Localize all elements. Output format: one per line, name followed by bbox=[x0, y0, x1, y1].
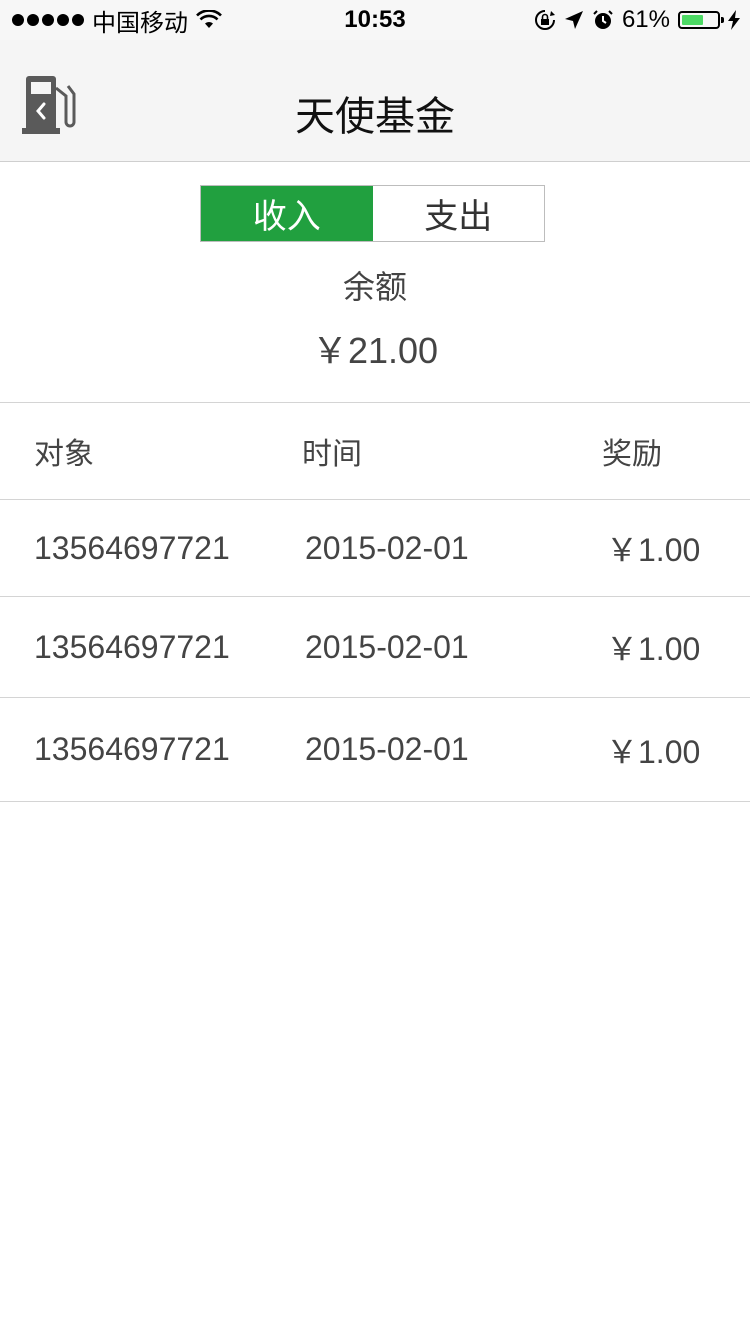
reward-table: 对象 时间 奖励 13564697721 2015-02-01 ￥1.00 13… bbox=[0, 402, 750, 802]
column-header-target: 对象 bbox=[34, 438, 94, 471]
charging-bolt-icon bbox=[728, 10, 740, 30]
table-row[interactable]: 13564697721 2015-02-01 ￥1.00 bbox=[0, 697, 750, 802]
alarm-icon bbox=[593, 10, 613, 29]
row-reward: ￥1.00 bbox=[606, 532, 701, 568]
row-target: 13564697721 bbox=[34, 529, 230, 566]
row-reward: ￥1.00 bbox=[606, 631, 701, 667]
status-bar: 中国移动 10:53 61% bbox=[0, 0, 750, 40]
battery-percent: 61% bbox=[621, 6, 670, 33]
row-time: 2015-02-01 bbox=[305, 628, 469, 665]
battery-icon bbox=[678, 11, 724, 29]
rotation-lock-icon bbox=[534, 10, 555, 30]
column-header-time: 时间 bbox=[302, 438, 362, 471]
balance-label: 余额 bbox=[342, 269, 407, 305]
row-time: 2015-02-01 bbox=[305, 731, 469, 767]
battery-fill bbox=[682, 15, 703, 25]
tab-expense[interactable]: 支出 bbox=[372, 186, 544, 241]
table-row[interactable]: 13564697721 2015-02-01 ￥1.00 bbox=[0, 596, 750, 697]
row-target: 13564697721 bbox=[34, 628, 230, 665]
balance-value: ￥21.00 bbox=[311, 330, 439, 371]
page-title: 天使基金 bbox=[295, 95, 455, 139]
location-arrow-icon bbox=[564, 11, 583, 29]
table-row[interactable]: 13564697721 2015-02-01 ￥1.00 bbox=[0, 499, 750, 596]
table-header: 对象 时间 奖励 bbox=[0, 402, 750, 499]
row-reward: ￥1.00 bbox=[606, 733, 701, 770]
row-time: 2015-02-01 bbox=[305, 529, 469, 566]
nav-bar: 天使基金 bbox=[0, 40, 750, 162]
income-expense-segment: 收入 支出 bbox=[200, 185, 545, 242]
column-header-reward: 奖励 bbox=[602, 438, 662, 471]
status-right: 61% bbox=[534, 6, 740, 34]
row-target: 13564697721 bbox=[34, 731, 230, 767]
tab-income[interactable]: 收入 bbox=[201, 186, 373, 241]
